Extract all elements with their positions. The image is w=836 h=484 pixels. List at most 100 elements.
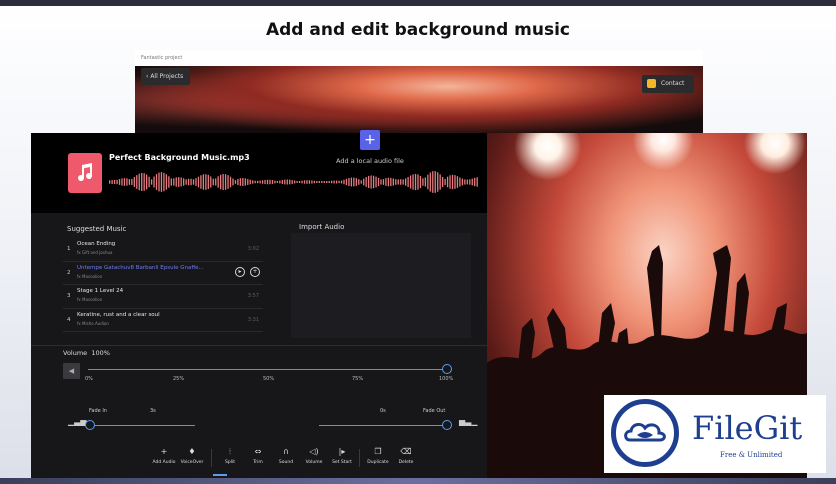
waveform-bar	[377, 177, 380, 187]
waveform-bar	[298, 181, 301, 183]
waveform-bar	[210, 176, 212, 188]
tool-label: Trim	[253, 460, 263, 465]
filegit-tagline: Free & Unlimited	[720, 451, 783, 459]
fade-out-slider-track[interactable]	[319, 425, 447, 426]
waveform-bar	[402, 179, 404, 185]
filegit-logo-icon	[611, 399, 679, 467]
waveform-bar	[222, 173, 224, 191]
fade-in-slider-track[interactable]	[91, 425, 195, 426]
waveform-bar	[133, 177, 135, 187]
waveform-bar	[289, 179, 291, 185]
waveform-bar	[163, 172, 165, 192]
delete-button[interactable]: ⌫ Delete	[391, 447, 421, 465]
set-start-button[interactable]: |▸ Set Start	[327, 447, 357, 465]
waveform-bar	[397, 179, 399, 185]
waveform-bar	[451, 174, 454, 190]
trim-button[interactable]: ⇔ Trim	[243, 447, 273, 465]
waveform-bar	[353, 177, 355, 187]
track-name: Ocean Ending	[77, 241, 116, 247]
waveform-bar	[328, 181, 330, 183]
set-start-icon: |▸	[338, 447, 346, 456]
waveform-bar	[232, 178, 234, 186]
tool-label: Delete	[398, 460, 414, 465]
add-audio-button[interactable]: + Add Audio	[149, 447, 179, 465]
waveform-bar	[192, 179, 195, 185]
add-track-icon[interactable]: +	[250, 266, 260, 277]
waveform-bar	[294, 180, 296, 184]
track-item[interactable]: 4 Keratine, rust and a clear soul fx Mis…	[63, 309, 263, 332]
track-duration: 3:31	[247, 316, 259, 323]
waveform-bar	[153, 176, 155, 188]
sound-button[interactable]: ∩ Sound	[271, 447, 301, 465]
waveform-bar	[269, 179, 271, 185]
volume-button[interactable]: ◁) Volume	[299, 447, 329, 465]
waveform-bar	[212, 178, 214, 186]
tool-label: VoiceOver	[180, 460, 204, 465]
contact-button[interactable]: Contact	[642, 75, 694, 93]
volume-tick: 50%	[263, 376, 275, 382]
waveform-bar	[284, 179, 286, 185]
waveform-bar	[148, 176, 150, 188]
voiceover-button[interactable]: ♦ VoiceOver	[177, 447, 207, 465]
fade-out-bars-icon: ▅▃▁	[459, 417, 478, 426]
all-projects-button[interactable]: ‹ All Projects	[141, 68, 190, 85]
track-item[interactable]: 3 Stage 1 Level 24 fx Macoolion 3:57	[63, 285, 263, 309]
waveform-bar	[266, 179, 269, 185]
waveform-bar	[247, 179, 249, 185]
waveform-bar	[175, 177, 177, 187]
waveform-bar	[150, 179, 153, 185]
tool-label: Set Start	[332, 460, 352, 465]
fade-in-slider-handle[interactable]	[85, 420, 95, 430]
waveform-bar	[121, 178, 123, 186]
audio-file-icon	[68, 153, 102, 193]
waveform-bar	[370, 175, 372, 189]
waveform-bar	[474, 177, 476, 187]
waveform-bar	[331, 180, 333, 184]
play-icon[interactable]: ▸	[235, 266, 245, 277]
waveform-bar	[392, 178, 394, 186]
speaker-icon: ◁)	[309, 447, 319, 456]
waveform-bar	[321, 181, 323, 183]
split-button[interactable]: ⦙ Split	[215, 447, 245, 465]
waveform-bar	[279, 180, 281, 184]
tool-label: Split	[225, 460, 235, 465]
volume-slider-track[interactable]	[88, 369, 447, 370]
audio-waveform[interactable]	[109, 171, 479, 193]
waveform-bar	[261, 180, 264, 184]
waveform-bar	[318, 181, 320, 183]
add-local-audio-button[interactable]: +	[360, 130, 380, 150]
waveform-bar	[345, 178, 348, 186]
waveform-bar	[350, 177, 353, 187]
section-divider	[31, 345, 487, 346]
waveform-bar	[343, 179, 345, 185]
track-number: 2	[67, 269, 71, 276]
import-audio-dropzone[interactable]	[291, 233, 471, 338]
volume-slider-handle[interactable]	[442, 364, 452, 374]
bottom-strip	[0, 478, 836, 484]
toolbar-separator	[211, 449, 212, 467]
waveform-bar	[419, 175, 422, 189]
waveform-bar	[333, 180, 335, 184]
waveform-bar	[375, 176, 377, 188]
duplicate-button[interactable]: ❐ Duplicate	[363, 447, 393, 465]
waveform-bar	[395, 179, 397, 185]
fade-out-slider-handle[interactable]	[442, 420, 452, 430]
waveform-bar	[355, 178, 357, 186]
waveform-bar	[442, 177, 444, 188]
waveform-bar	[437, 172, 439, 192]
track-name: Untempe Gatachuv8 Barbanli Epsule Gnaffe…	[77, 264, 204, 271]
waveform-bar	[249, 179, 251, 185]
waveform-bar	[301, 180, 303, 184]
waveform-bar	[143, 173, 145, 191]
track-item-selected[interactable]: 2 Untempe Gatachuv8 Barbanli Epsule Gnaf…	[63, 262, 263, 285]
waveform-bar	[306, 180, 308, 184]
waveform-bar	[368, 175, 370, 189]
audio-file-title: Perfect Background Music.mp3	[109, 153, 250, 162]
track-item[interactable]: 1 Ocean Ending fx Gift and Joshua 3:02	[63, 238, 263, 262]
mute-icon[interactable]: ◀	[63, 363, 80, 379]
fade-in-label: Fade In	[89, 408, 107, 414]
filegit-brand: FileGit	[692, 409, 803, 447]
waveform-bar	[146, 174, 148, 190]
waveform-bar	[195, 178, 197, 186]
waveform-bar	[313, 180, 316, 184]
